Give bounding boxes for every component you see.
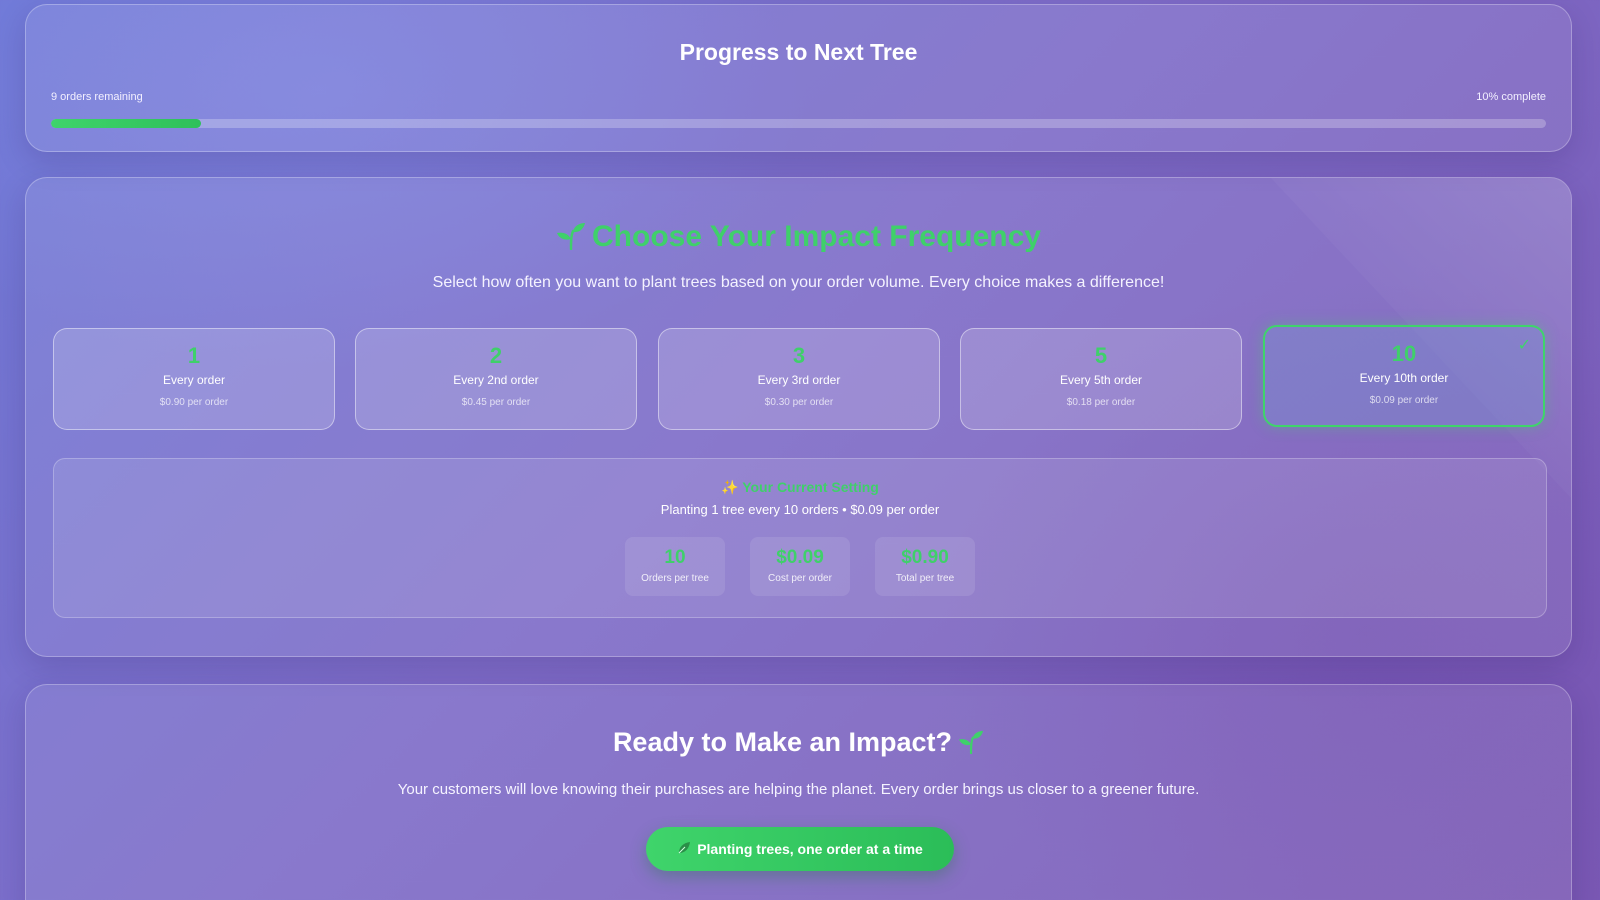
option-price: $0.90 per order — [159, 397, 229, 408]
current-setting-stats: 10 Orders per tree $0.09 Cost per order … — [54, 537, 1546, 596]
option-number: 2 — [489, 343, 503, 368]
stat-label: Total per tree — [895, 573, 955, 584]
cta-title: Ready to Make an Impact? — [26, 727, 1571, 761]
frequency-options: 1 Every order $0.90 per order 2 Every 2n… — [53, 325, 1547, 432]
frequency-option-5[interactable]: 5 Every 5th order $0.18 per order — [960, 328, 1242, 430]
percent-complete-text: 10% complete — [1476, 91, 1546, 103]
planting-trees-button[interactable]: Planting trees, one order at a time — [646, 827, 954, 871]
cta-title-text: Ready to Make an Impact? — [612, 727, 953, 757]
current-setting-title: ✨ Your Current Setting — [721, 479, 879, 495]
cta-card: Ready to Make an Impact? Your customers … — [25, 684, 1572, 900]
stat-label: Cost per order — [768, 573, 832, 584]
stat-total-per-tree: $0.90 Total per tree — [875, 537, 975, 596]
sprout-icon — [958, 730, 984, 761]
progress-bar — [51, 119, 1546, 128]
option-number: 5 — [1094, 343, 1108, 368]
impact-subtitle: Select how often you want to plant trees… — [432, 274, 1165, 291]
option-label: Every 3rd order — [757, 373, 841, 387]
option-label: Every 2nd order — [453, 373, 539, 387]
stat-label: Orders per tree — [641, 573, 709, 584]
checkmark-icon: ✓ — [1517, 337, 1531, 354]
option-price: $0.18 per order — [1066, 397, 1136, 408]
cta-subtitle: Your customers will love knowing their p… — [397, 781, 1200, 798]
progress-bar-fill — [51, 119, 201, 128]
option-number: 1 — [187, 343, 201, 368]
button-label: Planting trees, one order at a time — [697, 841, 923, 857]
frequency-option-2[interactable]: 2 Every 2nd order $0.45 per order — [355, 328, 637, 430]
leaf-icon — [677, 841, 691, 858]
option-number: 10 — [1391, 341, 1417, 366]
frequency-option-3[interactable]: 3 Every 3rd order $0.30 per order — [658, 328, 940, 430]
option-price: $0.45 per order — [461, 397, 531, 408]
progress-title: Progress to Next Tree — [679, 39, 918, 65]
stat-value: $0.90 — [901, 547, 949, 568]
option-number: 3 — [792, 343, 806, 368]
impact-frequency-card: Choose Your Impact Frequency Select how … — [25, 177, 1572, 657]
option-label: Every 10th order — [1359, 371, 1449, 385]
option-price: $0.09 per order — [1369, 395, 1439, 406]
option-price: $0.30 per order — [764, 397, 834, 408]
stat-orders-per-tree: 10 Orders per tree — [625, 537, 725, 596]
current-setting-panel: ✨ Your Current Setting Planting 1 tree e… — [53, 458, 1547, 618]
progress-card: Progress to Next Tree 9 orders remaining… — [25, 4, 1572, 152]
frequency-option-1[interactable]: 1 Every order $0.90 per order — [53, 328, 335, 430]
stat-cost-per-order: $0.09 Cost per order — [750, 537, 850, 596]
option-label: Every 5th order — [1059, 373, 1143, 387]
current-setting-description: Planting 1 tree every 10 orders • $0.09 … — [660, 502, 940, 517]
frequency-option-10[interactable]: 10 Every 10th order $0.09 per order ✓ — [1263, 325, 1545, 427]
impact-title-text: Choose Your Impact Frequency — [592, 220, 1041, 253]
impact-title: Choose Your Impact Frequency — [26, 220, 1571, 258]
stat-value: $0.09 — [776, 547, 824, 568]
sprout-icon — [556, 222, 586, 258]
option-label: Every order — [162, 373, 226, 387]
stat-value: 10 — [664, 547, 686, 568]
orders-remaining-text: 9 orders remaining — [51, 91, 143, 103]
